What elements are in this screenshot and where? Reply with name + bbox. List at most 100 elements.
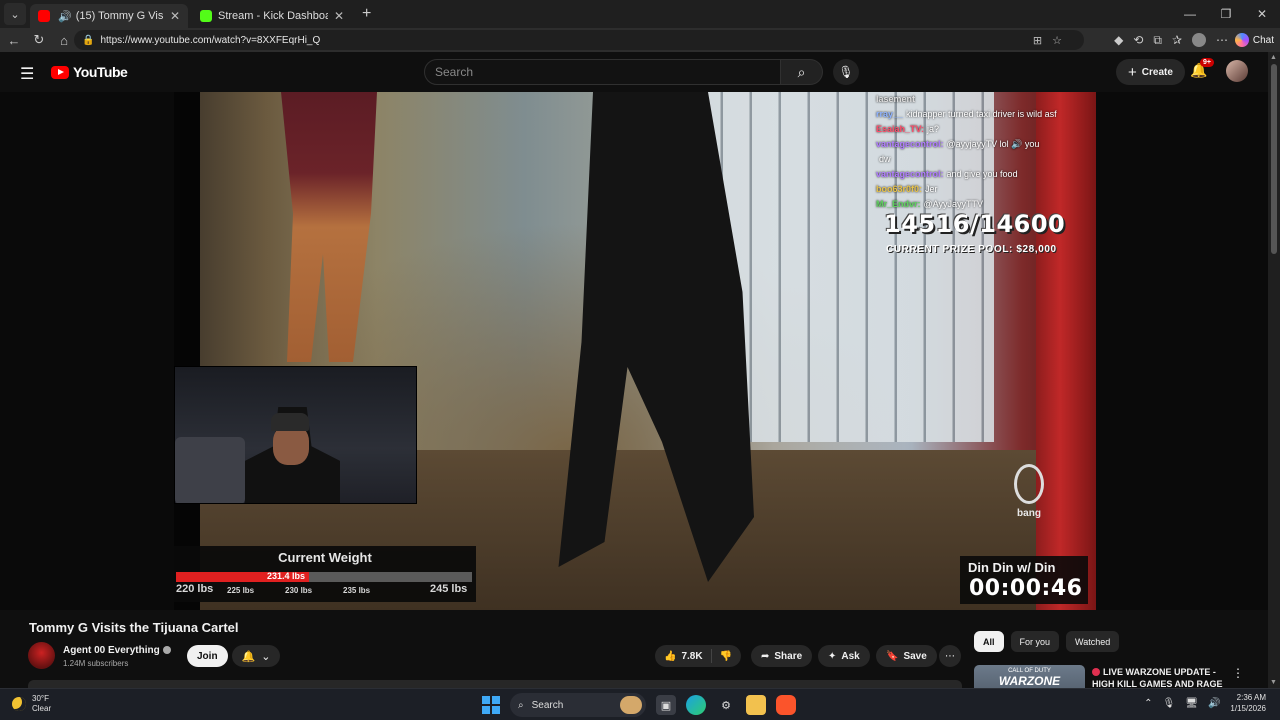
chat-line: vantagecontrol: and give you food: [876, 167, 1096, 182]
tab-title: (15) Tommy G Visits the Tijua: [75, 10, 164, 22]
live-icon: [1092, 668, 1100, 676]
address-bar-row: ← ↻ ⌂ 🔒 https://www.youtube.com/watch?v=…: [0, 28, 1280, 52]
channel-name[interactable]: Agent 00 Everything: [63, 645, 171, 656]
more-actions-button[interactable]: ⋯: [939, 645, 961, 667]
refresh-icon[interactable]: ↻: [28, 32, 50, 48]
prize-pool-text: CURRENT PRIZE POOL: $28,000: [886, 244, 1057, 255]
chat-message: Jer: [925, 184, 938, 194]
task-view-icon[interactable]: ▣: [656, 695, 676, 715]
recommendation-item[interactable]: CALL OF DUTY WARZONE LIVE WARZONE UPDATE…: [974, 665, 1254, 688]
split-screen-icon[interactable]: ⧉: [1153, 33, 1162, 48]
recommendation-thumbnail[interactable]: CALL OF DUTY WARZONE: [974, 665, 1085, 688]
chat-username: lasement: [876, 94, 916, 104]
chip-all[interactable]: All: [974, 631, 1004, 652]
scroll-up-icon[interactable]: ▲: [1270, 54, 1277, 61]
recommendation-menu-icon[interactable]: ⋮: [1232, 666, 1244, 680]
volume-icon[interactable]: 🔊: [1208, 698, 1220, 709]
tab-youtube[interactable]: 🔊 (15) Tommy G Visits the Tijua ✕: [30, 4, 188, 28]
search-button[interactable]: ⌕: [781, 59, 823, 85]
tab-kick[interactable]: Stream - Kick Dashboard ✕: [192, 4, 352, 28]
youtube-play-icon: [51, 65, 69, 79]
back-icon[interactable]: ←: [3, 33, 25, 48]
weight-label: 230 lbs: [285, 586, 313, 595]
favorite-star-icon[interactable]: ☆: [1052, 34, 1062, 47]
menu-icon[interactable]: ☰: [20, 64, 34, 84]
scrollbar-thumb[interactable]: [1271, 64, 1277, 254]
user-avatar[interactable]: [1226, 60, 1248, 82]
dislike-button[interactable]: 👎: [712, 651, 732, 662]
url-actions: ⊞ ☆: [1033, 34, 1062, 47]
extension-diamond-icon[interactable]: ◆: [1114, 33, 1123, 47]
channel-name-text[interactable]: Agent 00 Everything: [63, 645, 160, 656]
chip-for-you[interactable]: For you: [1010, 631, 1060, 652]
windows-start-icon[interactable]: [482, 696, 500, 714]
recommendation-title[interactable]: LIVE WARZONE UPDATE - HIGH KILL GAMES AN…: [1092, 666, 1230, 688]
browser-tab-bar: ⌄ 🔊 (15) Tommy G Visits the Tijua ✕ Stre…: [0, 0, 1280, 28]
chat-line: boo63r0f0: Jer: [876, 182, 1096, 197]
extensions-icon[interactable]: ⟲: [1133, 33, 1143, 47]
edge-browser-icon[interactable]: [686, 695, 706, 715]
video-player[interactable]: lasement rray__ kidnapper turned taxi driv…: [0, 92, 1268, 610]
webcam-face: [273, 425, 309, 465]
video-person-figure: [281, 92, 377, 362]
tab-title: Stream - Kick Dashboard: [218, 10, 328, 22]
join-button[interactable]: Join: [187, 645, 228, 667]
new-tab-button[interactable]: +: [362, 5, 371, 23]
create-label: Create: [1141, 66, 1173, 78]
settings-gear-icon[interactable]: ⚙: [716, 695, 736, 715]
tab-actions-button[interactable]: ⌄: [4, 3, 26, 25]
thumbs-down-icon: 👎: [719, 650, 733, 662]
tray-overflow-icon[interactable]: ⌃: [1144, 698, 1152, 709]
bang-logo-icon: [1014, 464, 1044, 504]
url-text: https://www.youtube.com/watch?v=8XXFEqrH…: [100, 34, 321, 46]
timer-value: 00:00:46: [969, 576, 1083, 601]
brave-browser-icon[interactable]: [776, 695, 796, 715]
microphone-tray-icon[interactable]: 🎙: [1163, 698, 1176, 709]
channel-avatar[interactable]: [28, 642, 55, 669]
minimize-icon[interactable]: —: [1172, 0, 1208, 28]
chat-username: Esaiah_TV:: [876, 124, 925, 134]
search-input[interactable]: [435, 65, 780, 79]
settings-more-icon[interactable]: ⋯: [1216, 33, 1228, 47]
weather-widget[interactable]: 30°F Clear: [12, 694, 51, 714]
close-tab-icon[interactable]: ✕: [334, 9, 344, 23]
url-field[interactable]: 🔒 https://www.youtube.com/watch?v=8XXFEq…: [74, 30, 1084, 50]
file-explorer-icon[interactable]: [746, 695, 766, 715]
app-available-icon[interactable]: ⊞: [1033, 34, 1042, 47]
scroll-down-icon[interactable]: ▼: [1270, 679, 1277, 686]
close-tab-icon[interactable]: ✕: [170, 9, 180, 23]
share-button[interactable]: ➦ Share: [751, 645, 813, 667]
like-button[interactable]: 👍 7.8K: [655, 649, 712, 663]
close-window-icon[interactable]: ✕: [1244, 0, 1280, 28]
lock-icon[interactable]: 🔒: [82, 35, 94, 46]
home-icon[interactable]: ⌂: [53, 33, 75, 48]
chat-message: @ayyjayyTV lol 🔊 you: [946, 139, 1040, 149]
like-count: 7.8K: [681, 650, 703, 662]
youtube-logo[interactable]: YouTube: [51, 64, 128, 80]
copilot-chat-button[interactable]: Chat: [1234, 31, 1274, 49]
temperature: 30°F: [32, 694, 49, 703]
restore-icon[interactable]: ❐: [1208, 0, 1244, 28]
system-clock[interactable]: 2:36 AM 1/15/2026: [1230, 692, 1266, 714]
speaker-icon[interactable]: 🔊: [58, 10, 72, 23]
voice-search-button[interactable]: 🎙: [833, 59, 859, 85]
taskbar-search-label: Search: [531, 699, 564, 711]
favorites-icon[interactable]: ✰: [1172, 33, 1182, 47]
ask-button[interactable]: ✦ Ask: [818, 645, 870, 667]
chip-watched[interactable]: Watched: [1066, 631, 1120, 652]
sparkle-icon: ✦: [828, 650, 837, 662]
taskbar-search[interactable]: ⌕ Search: [510, 693, 646, 717]
chat-message: and give you food: [946, 169, 1018, 179]
clock-date: 1/15/2026: [1230, 704, 1266, 713]
page-scrollbar[interactable]: ▲ ▼: [1268, 52, 1280, 688]
search-box[interactable]: [424, 59, 781, 85]
youtube-wordmark: YouTube: [73, 64, 128, 80]
save-label: Save: [903, 650, 927, 662]
chat-label: Chat: [1252, 34, 1274, 46]
profile-icon[interactable]: [1192, 33, 1206, 47]
save-button[interactable]: 🔖 Save: [876, 645, 937, 667]
thumbs-up-icon: 👍: [664, 650, 677, 662]
create-button[interactable]: + Create: [1116, 59, 1185, 85]
network-icon[interactable]: 🖥: [1185, 698, 1198, 709]
subscription-bell-button[interactable]: 🔔 ⌄: [232, 645, 280, 667]
